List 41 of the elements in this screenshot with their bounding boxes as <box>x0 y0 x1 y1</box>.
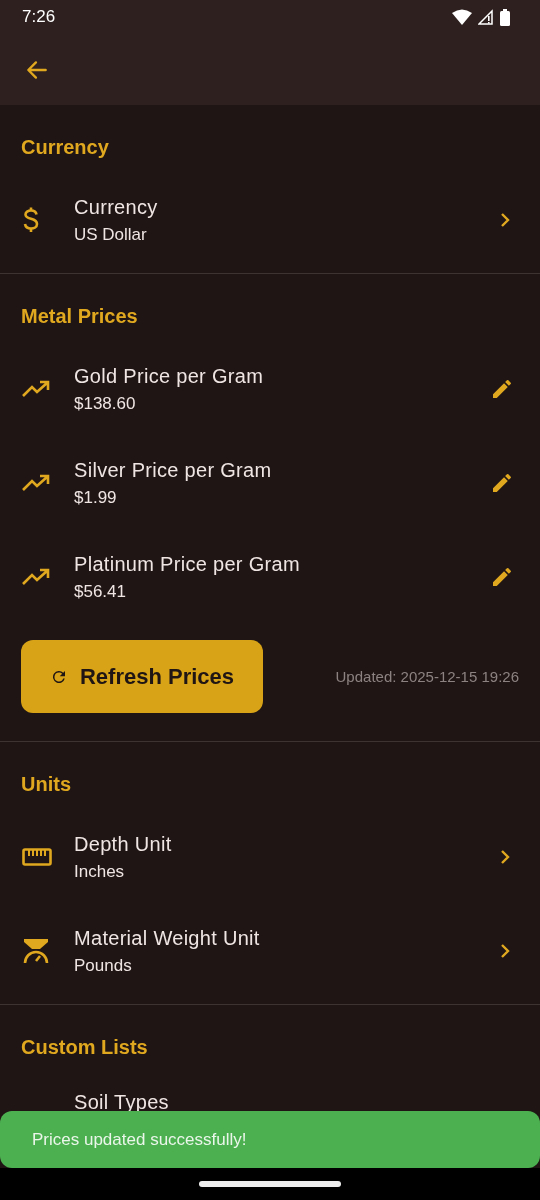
item-title: Depth Unit <box>74 832 173 856</box>
trending-up-icon <box>22 380 50 398</box>
settings-item[interactable]: Gold Price per Gram $138.60 <box>0 342 540 436</box>
item-value: Inches <box>74 861 126 882</box>
trending-up-icon <box>22 568 50 586</box>
item-value: $56.41 <box>74 581 127 602</box>
snackbar-message: Prices updated successfully! <box>32 1129 247 1150</box>
ruler-icon <box>22 848 52 866</box>
item-title: Material Weight Unit <box>74 926 261 950</box>
scale-icon <box>22 937 50 965</box>
pencil-icon[interactable] <box>490 377 514 401</box>
item-value: $1.99 <box>74 487 118 508</box>
refresh-prices-button[interactable]: Refresh Prices <box>21 640 263 713</box>
dollar-icon <box>22 206 40 234</box>
chevron-right-icon <box>500 849 510 865</box>
pencil-icon[interactable] <box>490 471 514 495</box>
settings-item[interactable]: Silver Price per Gram $1.99 <box>0 436 540 530</box>
item-value: Pounds <box>74 955 133 976</box>
settings-item[interactable]: Material Weight Unit Pounds <box>0 904 540 998</box>
trending-up-icon <box>22 474 50 492</box>
section-header: Units <box>20 772 72 797</box>
item-title: Silver Price per Gram <box>74 458 273 482</box>
settings-item[interactable]: Depth Unit Inches <box>0 810 540 904</box>
section-header: Currency <box>20 135 110 160</box>
chevron-right-icon <box>500 943 510 959</box>
section-header: Custom Lists <box>20 1035 149 1060</box>
wifi-icon <box>452 9 472 25</box>
item-title: Platinum Price per Gram <box>74 552 301 576</box>
item-value: $138.60 <box>74 393 137 414</box>
item-value: US Dollar <box>74 224 148 245</box>
settings-item[interactable]: Platinum Price per Gram $56.41 <box>0 530 540 624</box>
status-time: 7:26 <box>22 7 56 27</box>
last-updated-text: Updated: 2025-12-15 19:26 <box>335 668 519 685</box>
battery-icon <box>500 8 510 26</box>
section-header: Metal Prices <box>20 304 139 329</box>
item-title: Gold Price per Gram <box>74 364 265 388</box>
pencil-icon[interactable] <box>490 565 514 589</box>
signal-icon <box>478 9 494 25</box>
settings-item[interactable]: Currency US Dollar <box>0 173 540 267</box>
chevron-right-icon <box>500 212 510 228</box>
item-title: Currency <box>74 195 159 219</box>
